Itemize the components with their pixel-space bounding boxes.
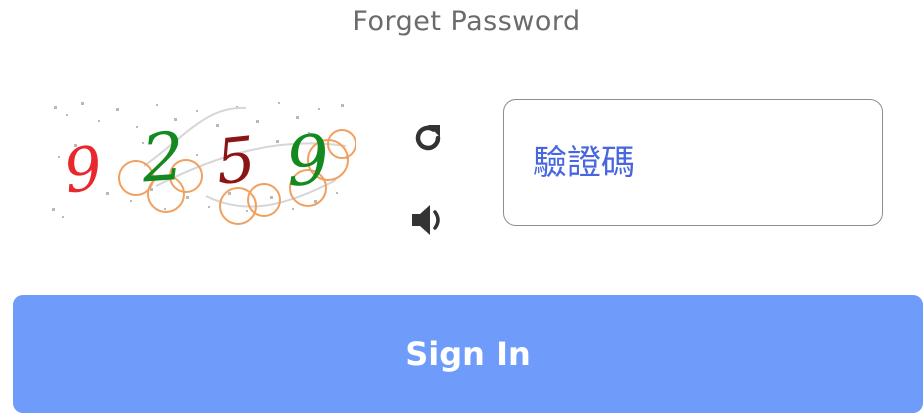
speaker-icon bbox=[408, 200, 448, 245]
refresh-captcha-button[interactable] bbox=[406, 118, 450, 162]
captcha-digit-4: 9 bbox=[283, 120, 333, 202]
captcha-digit-3: 5 bbox=[212, 122, 259, 199]
forget-password-link[interactable]: Forget Password bbox=[0, 6, 923, 37]
verification-code-input[interactable] bbox=[503, 99, 883, 226]
audio-captcha-button[interactable] bbox=[406, 200, 450, 244]
captcha-image: 9 2 5 9 bbox=[46, 96, 356, 226]
refresh-icon bbox=[411, 121, 445, 160]
captcha-digit-1: 9 bbox=[59, 133, 107, 208]
captcha-digit-2: 2 bbox=[138, 118, 186, 198]
sign-in-button[interactable]: Sign In bbox=[13, 295, 923, 413]
login-form: Forget Password 9 2 5 9 驗證碼 Sign In bbox=[0, 0, 923, 420]
